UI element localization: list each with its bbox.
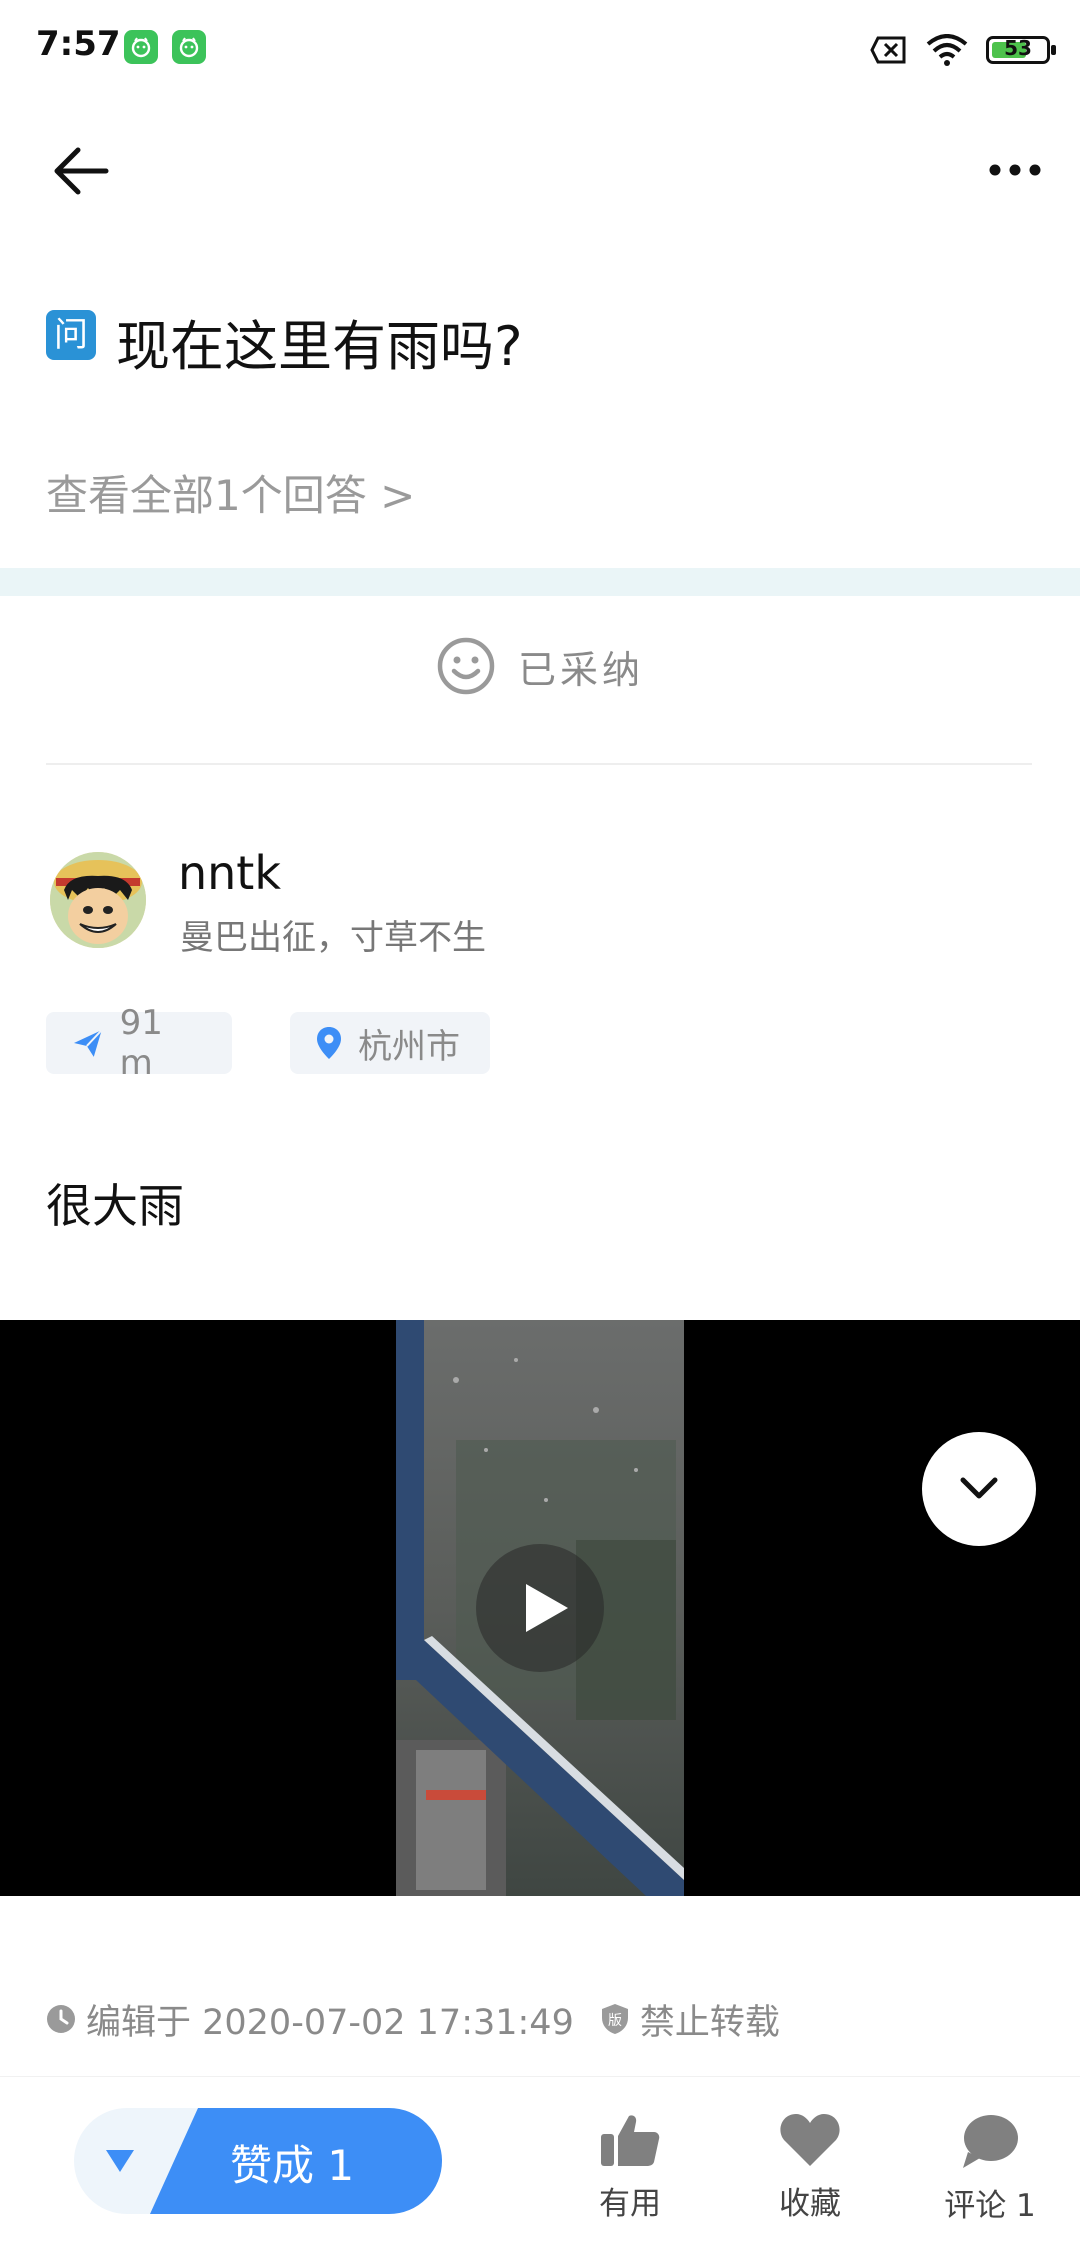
username[interactable]: nntk <box>178 846 281 900</box>
thumbs-up-icon <box>601 2115 660 2166</box>
status-icons: 53 <box>870 30 1056 70</box>
smiley-icon <box>437 637 495 695</box>
collapse-button[interactable] <box>922 1432 1036 1546</box>
accepted-label: 已采纳 <box>517 647 644 692</box>
comment-button[interactable]: 评论 1 <box>930 2112 1050 2225</box>
section-divider <box>0 568 1080 596</box>
useful-button[interactable]: 有用 <box>570 2112 690 2223</box>
copyright-shield-icon: 版 <box>601 2004 628 2034</box>
favorite-button[interactable]: 收藏 <box>750 2112 870 2223</box>
location-pin-icon <box>317 1027 341 1059</box>
clock-icon <box>47 2005 75 2033</box>
avatar[interactable] <box>50 852 146 948</box>
chevron-down-icon <box>960 1477 998 1499</box>
copyright-label: 禁止转载 <box>639 2002 780 2043</box>
favorite-label: 收藏 <box>779 2186 841 2222</box>
triangle-down-icon <box>106 2150 134 2172</box>
more-dots-icon <box>989 164 1041 176</box>
play-icon <box>526 1584 568 1632</box>
heart-icon <box>780 2114 840 2166</box>
more-button[interactable] <box>982 142 1048 198</box>
comment-label: 评论 1 <box>944 2188 1036 2224</box>
arrow-left-icon <box>54 147 109 195</box>
sim-x-icon <box>870 36 906 64</box>
back-button[interactable] <box>48 138 114 204</box>
app-badge-icon <box>172 30 206 64</box>
accepted-status: 已采纳 <box>0 636 1080 696</box>
send-arrow-icon <box>73 1029 103 1057</box>
user-bio: 曼巴出征，寸草不生 <box>180 918 486 958</box>
answer-text: 很大雨 <box>46 1179 184 1233</box>
wifi-icon <box>926 34 968 66</box>
view-all-answers-link[interactable]: 查看全部1个回答 > <box>46 462 415 523</box>
status-time: 7:57 <box>36 24 121 64</box>
location-chip: 杭州市 <box>290 1012 490 1074</box>
city-name: 杭州市 <box>358 1026 460 1067</box>
divider <box>46 763 1032 765</box>
copyright-badge-text: 版 <box>608 2013 622 2029</box>
upvote-label: 赞成 1 <box>230 2141 355 2190</box>
distance-value: 91 m <box>119 1003 163 1083</box>
play-button[interactable] <box>476 1544 604 1672</box>
app-badge-icon <box>124 30 158 64</box>
battery-level: 53 <box>1004 36 1032 60</box>
comment-bubble-icon <box>963 2115 1018 2168</box>
useful-label: 有用 <box>599 2186 661 2222</box>
battery-icon: 53 <box>986 36 1056 64</box>
answer-meta: 编辑于 2020-07-02 17:31:49 版 禁止转载 <box>46 1994 780 2044</box>
question-title: 现在这里有雨吗? <box>116 315 523 378</box>
distance-chip: 91 m <box>46 1003 232 1083</box>
question-badge: 问 <box>46 310 96 360</box>
edit-time: 编辑于 2020-07-02 17:31:49 <box>86 2002 574 2043</box>
